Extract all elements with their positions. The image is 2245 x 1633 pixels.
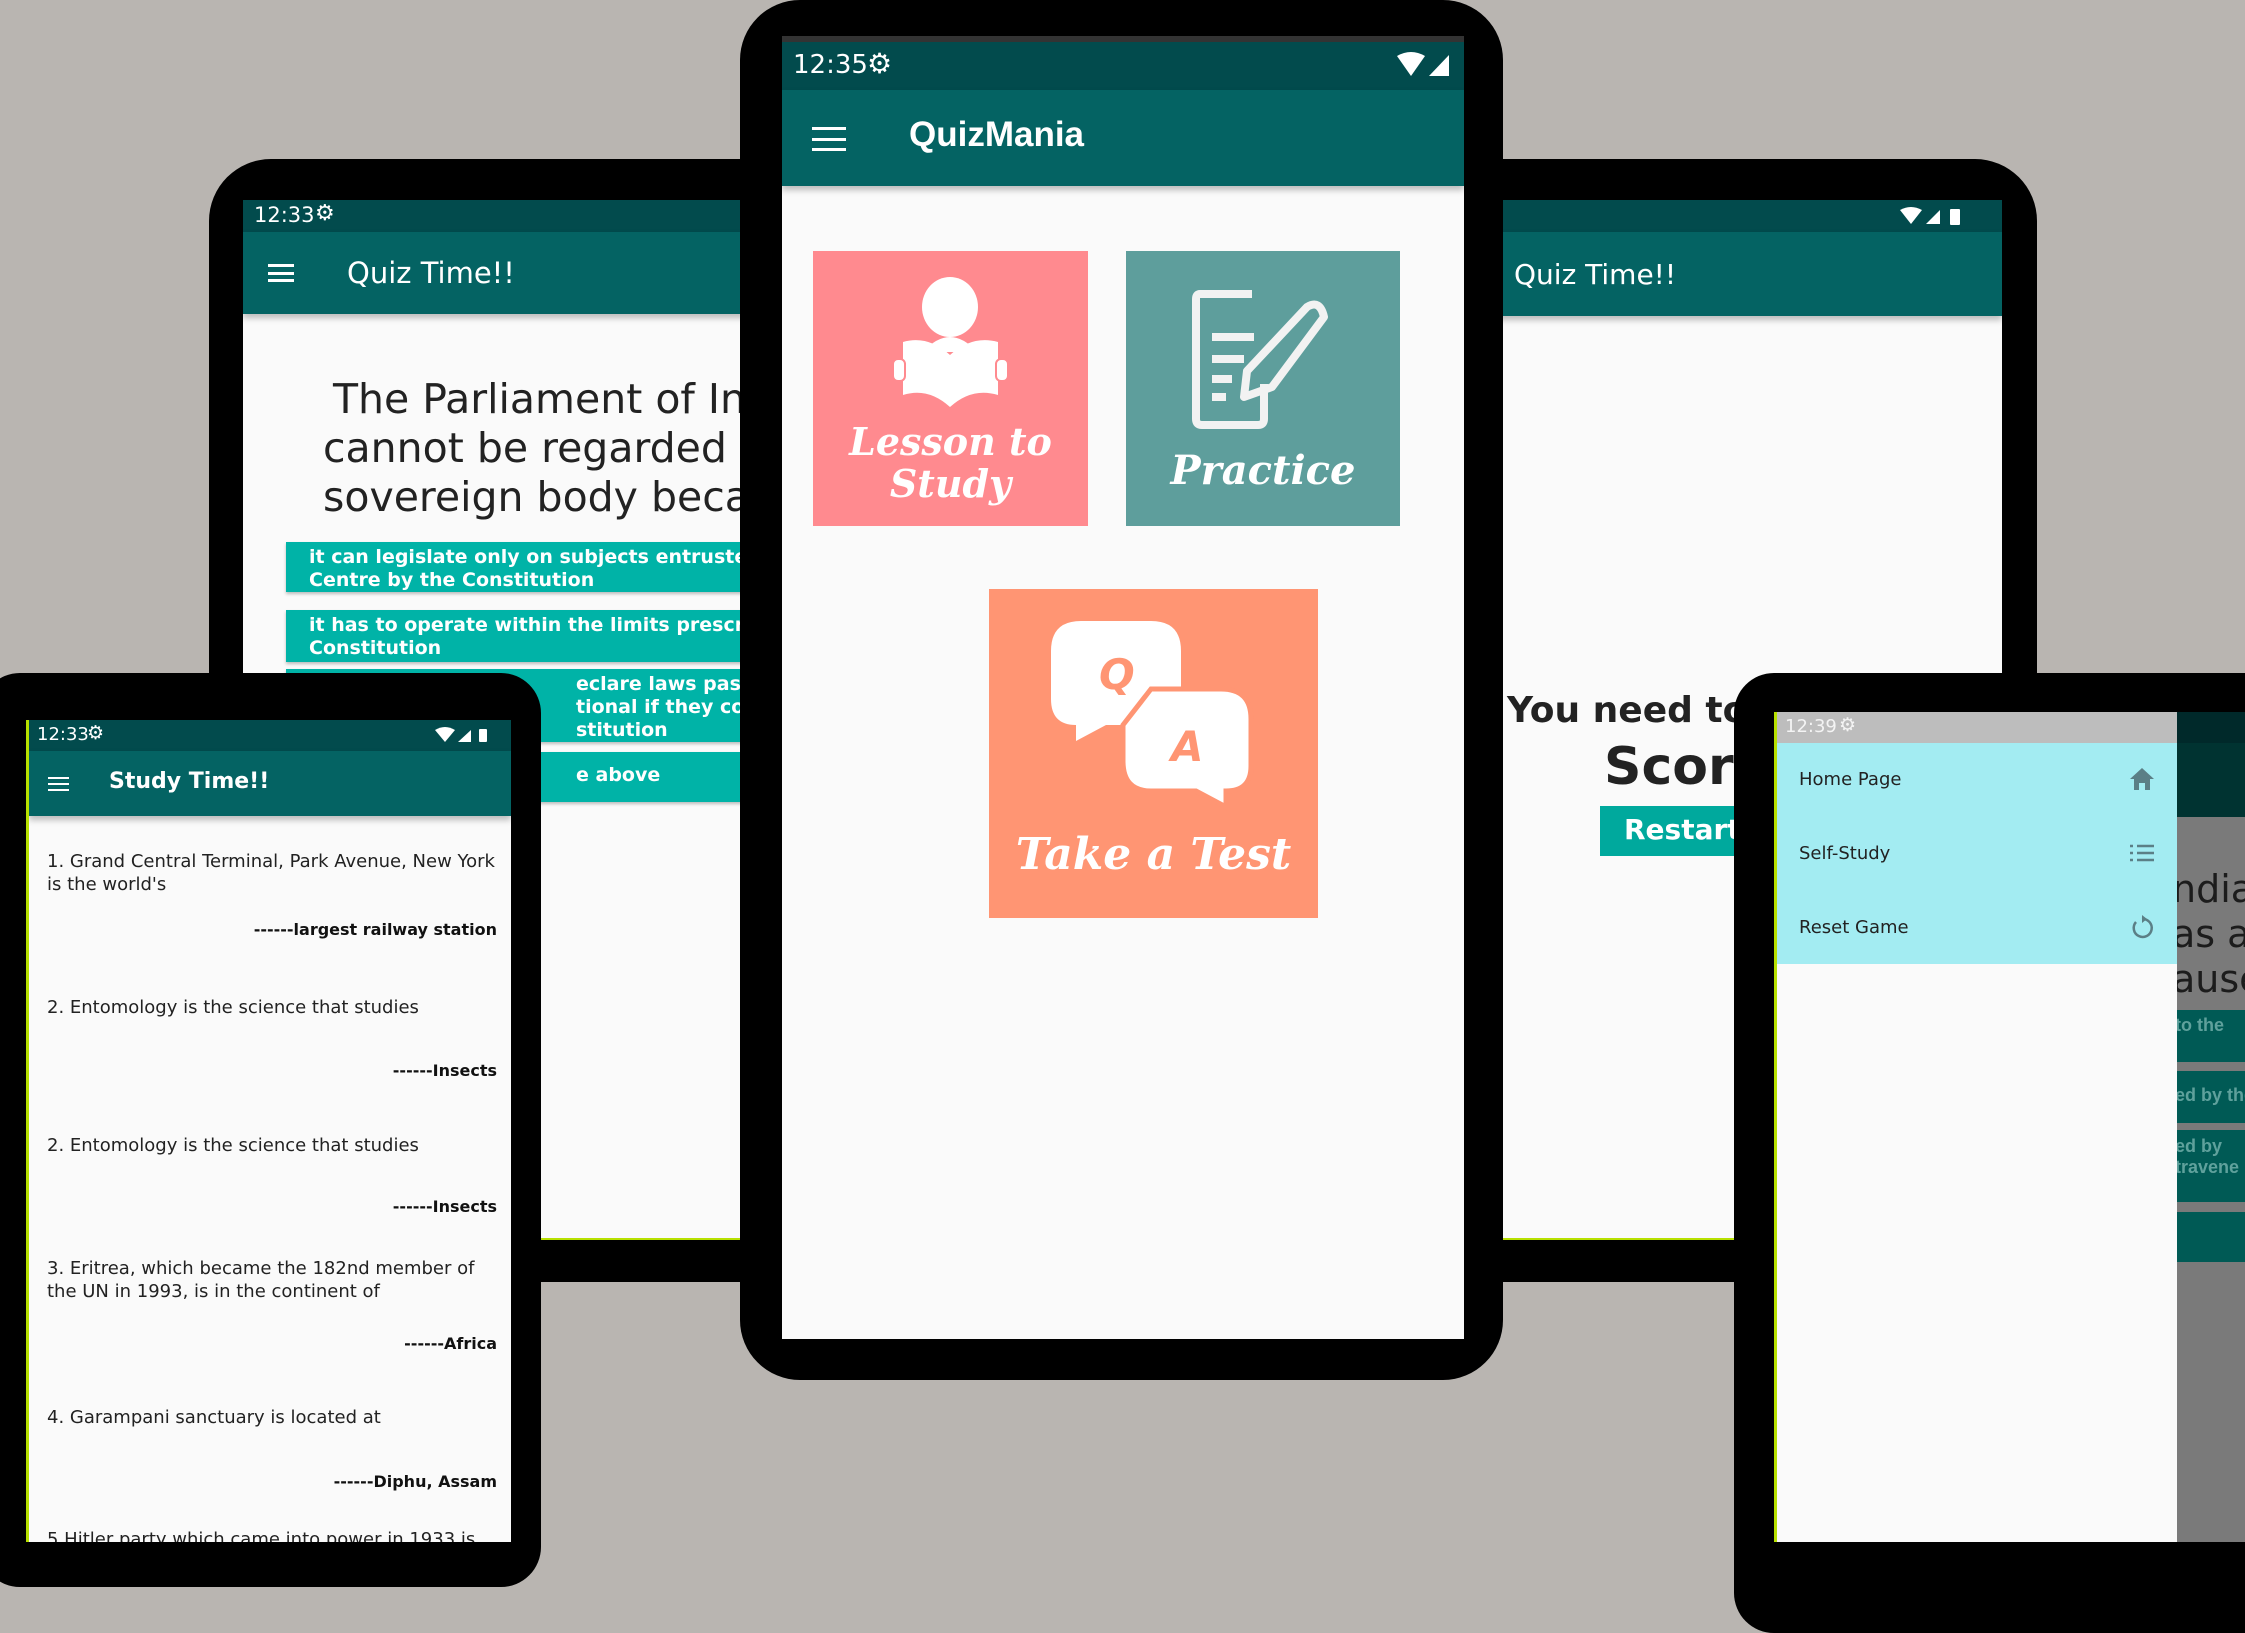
practice-tile[interactable]: Practice	[1126, 251, 1400, 526]
app-title: QuizMania	[909, 115, 1085, 154]
gear-icon: ⚙	[315, 201, 335, 226]
gear-icon: ⚙	[867, 47, 893, 80]
status-time: 12:39	[1785, 716, 1837, 737]
nav-drawer: 12:39 ⚙ Home Page Self-Study Reset Game	[1777, 712, 2177, 1542]
notepad-pencil-icon	[1192, 290, 1328, 429]
drawer-screen: ndia as a ause to the ed by the ed bytra…	[1774, 712, 2245, 1542]
status-bar: 12:33 ⚙	[29, 720, 511, 751]
study-answer: ------Insects	[392, 1197, 497, 1216]
status-icons	[1900, 207, 1960, 225]
app-bar: Study Time!!	[29, 751, 511, 816]
option-dimmed: to the	[2167, 1010, 2245, 1062]
study-answer: ------largest railway station	[253, 920, 497, 939]
question-line: The Parliament of India	[333, 375, 809, 423]
drawer-menu: Home Page Self-Study Reset Game	[1777, 743, 2177, 964]
study-answer: ------Insects	[392, 1061, 497, 1080]
q-letter: Q	[1099, 650, 1135, 699]
lesson-to-study-tile[interactable]: Lesson to Study	[813, 251, 1088, 526]
drawer-item-home-page[interactable]: Home Page	[1777, 743, 2177, 817]
gear-icon: ⚙	[1839, 715, 1857, 736]
home-icon	[2130, 768, 2154, 790]
menu-icon[interactable]	[268, 264, 294, 282]
menu-icon[interactable]	[812, 127, 846, 151]
app-title: Study Time!!	[109, 769, 270, 794]
status-icons	[1397, 52, 1449, 76]
status-icons	[435, 727, 487, 742]
option-dimmed: ed by the	[2167, 1071, 2245, 1123]
drawer-item-label: Reset Game	[1799, 917, 1909, 938]
take-a-test-tile[interactable]: Q A Take a Test	[989, 589, 1318, 918]
study-question: 3. Eritrea, which became the 182nd membe…	[47, 1258, 475, 1302]
home-screen: 12:35 ⚙ QuizMania Lesson to Study Practi…	[782, 36, 1464, 1339]
study-answer: ------Diphu, Assam	[333, 1472, 497, 1491]
study-question: 4. Garampani sanctuary is located at	[47, 1407, 381, 1428]
status-bar: 12:35 ⚙	[782, 42, 1464, 90]
option-dimmed	[2167, 1212, 2245, 1262]
reading-person-icon	[893, 277, 1008, 407]
question-text-dimmed: ndia as a ause	[2172, 867, 2245, 1001]
menu-icon[interactable]	[48, 777, 69, 791]
list-icon	[2130, 844, 2154, 862]
gear-icon: ⚙	[87, 722, 105, 744]
study-answer: ------Africa	[404, 1334, 497, 1353]
home-phone: 12:35 ⚙ QuizMania Lesson to Study Practi…	[740, 0, 1503, 1380]
tile-label: Take a Test	[1015, 829, 1292, 880]
question-text: The Parliament of India cannot be regard…	[323, 375, 808, 522]
question-line: cannot be regarded as	[323, 424, 787, 472]
drawer-item-self-study[interactable]: Self-Study	[1777, 817, 2177, 891]
study-question: 5.Hitler party which came into power in …	[47, 1529, 476, 1542]
study-question: 2. Entomology is the science that studie…	[47, 1135, 419, 1156]
option-dimmed: ed by travene	[2167, 1130, 2245, 1202]
study-phone: 12:33 ⚙ Study Time!! 1. Grand Central Te…	[0, 673, 541, 1587]
reset-icon	[2132, 915, 2153, 939]
status-time: 12:35	[793, 50, 868, 80]
drawer-item-label: Self-Study	[1799, 843, 1891, 864]
study-question: 1. Grand Central Terminal, Park Avenue, …	[47, 851, 495, 895]
app-bar: QuizMania	[782, 90, 1464, 186]
status-time: 12:33	[254, 203, 315, 227]
study-question: 2. Entomology is the science that studie…	[47, 997, 419, 1018]
app-title: Quiz Time!!	[347, 256, 515, 290]
drawer-item-label: Home Page	[1799, 769, 1902, 790]
drawer-item-reset-game[interactable]: Reset Game	[1777, 891, 2177, 965]
tile-label: Practice	[1170, 447, 1356, 494]
app-title: Quiz Time!!	[1514, 258, 1677, 291]
study-screen: 12:33 ⚙ Study Time!! 1. Grand Central Te…	[26, 720, 511, 1542]
status-bar: 12:39 ⚙	[1777, 712, 2177, 743]
status-time: 12:33	[37, 724, 89, 745]
question-line: sovereign body becaus	[323, 473, 798, 521]
a-letter: A	[1168, 722, 1204, 771]
qa-bubbles-icon: Q A	[1051, 621, 1254, 811]
tile-label: Lesson to Study	[849, 419, 1052, 506]
drawer-phone: ndia as a ause to the ed by the ed bytra…	[1734, 673, 2245, 1633]
